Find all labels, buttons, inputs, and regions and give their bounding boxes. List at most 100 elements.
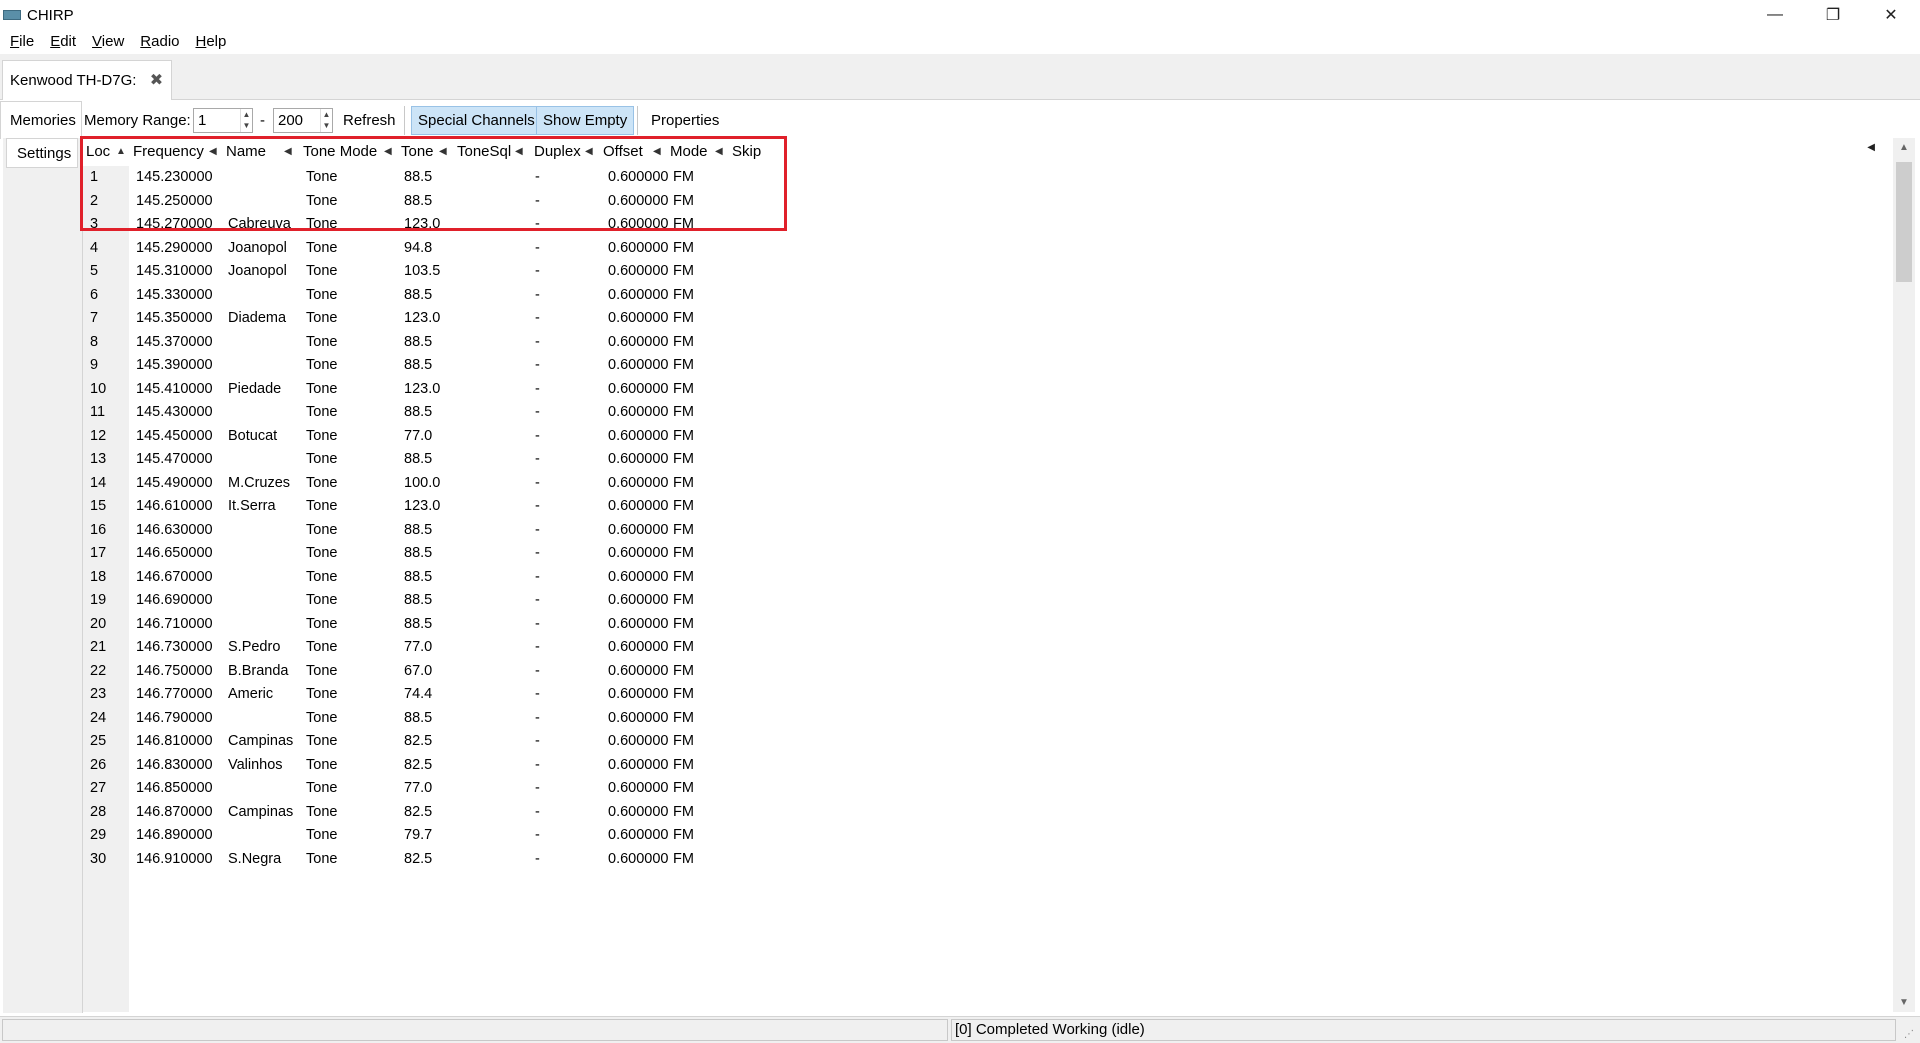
cell-offset[interactable]: 0.600000 [608, 613, 668, 637]
table-row[interactable]: 11 145.430000 Tone 88.5 - 0.600000 FM [83, 401, 1893, 425]
cell-offset[interactable]: 0.600000 [608, 824, 668, 848]
cell-frequency[interactable]: 146.910000 [136, 848, 213, 872]
refresh-button[interactable]: Refresh [343, 101, 396, 139]
table-row[interactable]: 25 146.810000 Campinas Tone 82.5 - 0.600000 FM [83, 730, 1893, 754]
cell-name[interactable]: Diadema [228, 307, 286, 331]
cell-offset[interactable]: 0.600000 [608, 777, 668, 801]
cell-duplex[interactable]: - [535, 307, 540, 331]
cell-tone-mode[interactable]: Tone [306, 495, 337, 519]
cell-tone-mode[interactable]: Tone [306, 636, 337, 660]
cell-tone[interactable]: 82.5 [404, 848, 432, 872]
cell-loc[interactable]: 4 [90, 237, 98, 261]
cell-tone[interactable]: 123.0 [404, 307, 440, 331]
cell-tone[interactable]: 77.0 [404, 636, 432, 660]
cell-tone[interactable]: 88.5 [404, 401, 432, 425]
cell-frequency[interactable]: 145.430000 [136, 401, 213, 425]
cell-frequency[interactable]: 146.810000 [136, 730, 213, 754]
cell-duplex[interactable]: - [535, 730, 540, 754]
cell-duplex[interactable]: - [535, 354, 540, 378]
cell-name[interactable]: Campinas [228, 801, 293, 825]
cell-tone-mode[interactable]: Tone [306, 260, 337, 284]
cell-frequency[interactable]: 146.890000 [136, 824, 213, 848]
cell-offset[interactable]: 0.600000 [608, 754, 668, 778]
cell-tone-mode[interactable]: Tone [306, 448, 337, 472]
cell-mode[interactable]: FM [673, 237, 694, 261]
cell-tone-mode[interactable]: Tone [306, 730, 337, 754]
cell-offset[interactable]: 0.600000 [608, 542, 668, 566]
cell-frequency[interactable]: 145.350000 [136, 307, 213, 331]
menu-radio[interactable]: Radio [132, 30, 187, 54]
scrollbar-thumb[interactable] [1896, 162, 1912, 282]
cell-duplex[interactable]: - [535, 284, 540, 308]
cell-loc[interactable]: 24 [90, 707, 106, 731]
table-row[interactable]: 21 146.730000 S.Pedro Tone 77.0 - 0.600000 FM [83, 636, 1893, 660]
table-row[interactable]: 24 146.790000 Tone 88.5 - 0.600000 FM [83, 707, 1893, 731]
cell-loc[interactable]: 11 [90, 401, 105, 425]
cell-loc[interactable]: 29 [90, 824, 106, 848]
cell-offset[interactable]: 0.600000 [608, 237, 668, 261]
cell-tone[interactable]: 88.5 [404, 613, 432, 637]
cell-tone-mode[interactable]: Tone [306, 401, 337, 425]
close-window-button[interactable]: ✕ [1862, 0, 1920, 30]
minimize-button[interactable]: — [1746, 0, 1804, 30]
cell-offset[interactable]: 0.600000 [608, 660, 668, 684]
table-row[interactable]: 27 146.850000 Tone 77.0 - 0.600000 FM [83, 777, 1893, 801]
cell-tone-mode[interactable]: Tone [306, 331, 337, 355]
cell-frequency[interactable]: 146.870000 [136, 801, 213, 825]
cell-loc[interactable]: 7 [90, 307, 98, 331]
cell-tone-mode[interactable]: Tone [306, 754, 337, 778]
close-tab-icon[interactable]: ✖ [148, 72, 164, 89]
cell-duplex[interactable]: - [535, 707, 540, 731]
cell-duplex[interactable]: - [535, 237, 540, 261]
cell-offset[interactable]: 0.600000 [608, 636, 668, 660]
cell-tone[interactable]: 88.5 [404, 707, 432, 731]
cell-tone[interactable]: 79.7 [404, 824, 432, 848]
cell-name[interactable]: S.Negra [228, 848, 281, 872]
tab-memories[interactable]: Memories [0, 101, 82, 139]
cell-tone-mode[interactable]: Tone [306, 613, 337, 637]
cell-frequency[interactable]: 145.410000 [136, 378, 213, 402]
cell-mode[interactable]: FM [673, 284, 694, 308]
cell-duplex[interactable]: - [535, 754, 540, 778]
cell-tone[interactable]: 82.5 [404, 754, 432, 778]
cell-tone-mode[interactable]: Tone [306, 777, 337, 801]
cell-mode[interactable]: FM [673, 425, 694, 449]
menu-help[interactable]: Help [188, 30, 235, 54]
scroll-up-icon[interactable]: ▲ [1893, 142, 1915, 153]
cell-tone-mode[interactable]: Tone [306, 707, 337, 731]
cell-tone[interactable]: 82.5 [404, 801, 432, 825]
cell-offset[interactable]: 0.600000 [608, 307, 668, 331]
cell-tone-mode[interactable]: Tone [306, 378, 337, 402]
cell-mode[interactable]: FM [673, 472, 694, 496]
cell-tone-mode[interactable]: Tone [306, 801, 337, 825]
tab-settings[interactable]: Settings [6, 138, 78, 168]
cell-frequency[interactable]: 146.770000 [136, 683, 213, 707]
table-row[interactable]: 8 145.370000 Tone 88.5 - 0.600000 FM [83, 331, 1893, 355]
cell-offset[interactable]: 0.600000 [608, 683, 668, 707]
table-row[interactable]: 14 145.490000 M.Cruzes Tone 100.0 - 0.600000 FM [83, 472, 1893, 496]
special-channels-toggle[interactable]: Special Channels [411, 106, 542, 135]
cell-offset[interactable]: 0.600000 [608, 848, 668, 872]
cell-name[interactable]: Joanopol [228, 237, 287, 261]
table-row[interactable]: 19 146.690000 Tone 88.5 - 0.600000 FM [83, 589, 1893, 613]
cell-tone[interactable]: 88.5 [404, 284, 432, 308]
cell-mode[interactable]: FM [673, 354, 694, 378]
cell-tone-mode[interactable]: Tone [306, 824, 337, 848]
cell-frequency[interactable]: 146.850000 [136, 777, 213, 801]
cell-mode[interactable]: FM [673, 566, 694, 590]
cell-loc[interactable]: 19 [90, 589, 106, 613]
table-row[interactable]: 20 146.710000 Tone 88.5 - 0.600000 FM [83, 613, 1893, 637]
cell-name[interactable]: It.Serra [228, 495, 276, 519]
table-row[interactable]: 30 146.910000 S.Negra Tone 82.5 - 0.600000 FM [83, 848, 1893, 872]
cell-tone-mode[interactable]: Tone [306, 589, 337, 613]
cell-offset[interactable]: 0.600000 [608, 519, 668, 543]
cell-name[interactable]: Campinas [228, 730, 293, 754]
cell-loc[interactable]: 18 [90, 566, 106, 590]
cell-frequency[interactable]: 145.470000 [136, 448, 213, 472]
cell-offset[interactable]: 0.600000 [608, 730, 668, 754]
cell-tone[interactable]: 123.0 [404, 495, 440, 519]
cell-frequency[interactable]: 145.310000 [136, 260, 213, 284]
cell-frequency[interactable]: 145.290000 [136, 237, 213, 261]
cell-mode[interactable]: FM [673, 331, 694, 355]
cell-mode[interactable]: FM [673, 542, 694, 566]
